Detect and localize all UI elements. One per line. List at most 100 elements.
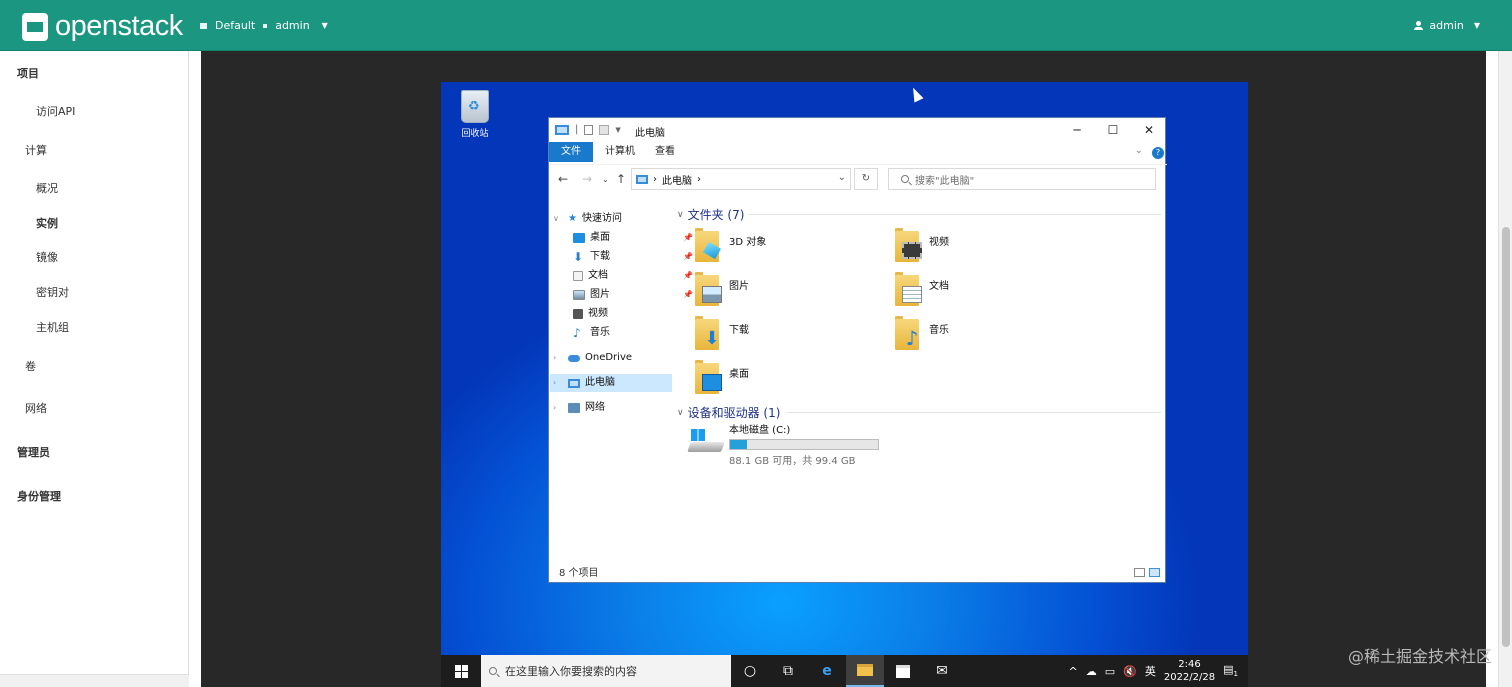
tree-item-documents[interactable]: 文档 📌: [573, 267, 693, 285]
tree-item-pictures[interactable]: 图片 📌: [573, 286, 693, 304]
sidebar-item-network[interactable]: 网络: [25, 400, 47, 416]
folder-downloads[interactable]: ⬇ 下载: [695, 316, 749, 350]
chevron-down-icon[interactable]: ▼: [615, 126, 620, 134]
tab-computer[interactable]: 计算机: [593, 142, 647, 162]
cortana-icon[interactable]: ○: [731, 655, 769, 687]
pin-icon: 📌: [683, 271, 693, 280]
up-arrow-icon[interactable]: ↑: [616, 172, 626, 186]
recycle-bin[interactable]: 回收站: [455, 90, 495, 139]
folder-videos[interactable]: 视频: [895, 228, 949, 262]
folder-label: 视频: [929, 237, 949, 248]
address-bar[interactable]: › 此电脑 › ⌄: [631, 168, 851, 190]
breadcrumb-chevron-icon: ›: [653, 173, 657, 185]
minimize-button[interactable]: ─: [1059, 118, 1095, 142]
project-selector[interactable]: Default admin ▼: [200, 19, 328, 32]
tree-item-desktop[interactable]: 桌面 📌: [573, 229, 693, 247]
tree-item-this-pc[interactable]: › 此电脑: [550, 374, 672, 392]
vm-console-screen[interactable]: 回收站 | ▼ 此电脑 ─ ☐ ✕ 文件 计算机 查看 ⌄ ? ← →: [441, 82, 1248, 687]
forward-arrow-icon[interactable]: →: [582, 172, 592, 186]
sidebar-horizontal-scrollbar[interactable]: [0, 674, 189, 687]
page-scrollbar[interactable]: [1498, 51, 1512, 687]
tree-item-onedrive[interactable]: › OneDrive: [553, 349, 632, 367]
new-folder-icon[interactable]: [599, 124, 610, 135]
section-header-folders[interactable]: ∨ 文件夹 (7): [677, 206, 744, 223]
folder-desktop[interactable]: 桌面: [695, 360, 749, 394]
onedrive-tray-icon[interactable]: ☁: [1086, 665, 1097, 678]
computer-icon: [636, 174, 648, 184]
tab-view[interactable]: 查看: [643, 142, 687, 162]
tab-file[interactable]: 文件: [549, 142, 593, 162]
download-icon: ⬇: [573, 250, 584, 264]
chevron-down-icon[interactable]: ⌄: [838, 172, 846, 183]
tree-label: 此电脑: [585, 377, 615, 388]
close-button[interactable]: ✕: [1131, 118, 1167, 142]
user-menu[interactable]: admin ▼: [1414, 19, 1480, 32]
document-icon: [573, 271, 583, 281]
tree-item-downloads[interactable]: ⬇ 下载 📌: [573, 248, 693, 266]
folder-pictures[interactable]: 图片: [695, 272, 749, 306]
sidebar-item-identity[interactable]: 身份管理: [17, 488, 61, 504]
chevron-right-icon: ›: [553, 353, 557, 362]
notification-center-icon[interactable]: ▤1: [1223, 663, 1238, 678]
sidebar-item-volumes[interactable]: 卷: [25, 358, 36, 374]
sidebar-item-images[interactable]: 镜像: [36, 249, 58, 265]
tree-label: 文档: [588, 270, 608, 281]
volume-muted-icon[interactable]: 🔇: [1123, 665, 1137, 678]
sidebar-item-server-groups[interactable]: 主机组: [36, 319, 69, 335]
scrollbar-thumb[interactable]: [1502, 227, 1510, 647]
details-view-icon[interactable]: [1134, 568, 1145, 577]
sidebar-item-api-access[interactable]: 访问API: [36, 103, 75, 119]
folder-documents[interactable]: 文档: [895, 272, 949, 306]
separator-icon: [263, 23, 268, 28]
computer-icon: [555, 124, 569, 135]
folder-label: 下载: [729, 325, 749, 336]
divider: [787, 412, 1161, 413]
sidebar-item-admin[interactable]: 管理员: [17, 444, 50, 460]
cloud-icon: [568, 354, 580, 362]
drive-c[interactable]: 本地磁盘 (C:) 88.1 GB 可用，共 99.4 GB: [687, 421, 879, 467]
folder-icon: [695, 228, 723, 262]
taskbar-search-box[interactable]: 在这里输入你要搜索的内容: [481, 655, 731, 687]
sidebar-item-compute[interactable]: 计算: [25, 142, 47, 158]
edge-browser-icon[interactable]: e: [808, 655, 846, 687]
ime-indicator[interactable]: 英: [1145, 663, 1156, 679]
openstack-logo[interactable]: openstack: [22, 10, 183, 43]
network-tray-icon[interactable]: ▭: [1105, 665, 1115, 678]
sidebar-item-instances[interactable]: 实例: [36, 215, 58, 231]
explorer-titlebar[interactable]: | ▼ 此电脑 ─ ☐ ✕: [549, 118, 1167, 142]
store-icon[interactable]: [884, 655, 922, 687]
file-explorer-taskbar-icon[interactable]: [846, 655, 884, 687]
chevron-right-icon: ›: [553, 378, 557, 387]
windows-start-icon[interactable]: [455, 665, 468, 678]
taskbar-clock[interactable]: 2:46 2022/2/28: [1164, 658, 1215, 684]
refresh-button[interactable]: ↻: [854, 168, 878, 190]
drive-usage-bar: [729, 439, 879, 450]
show-hidden-icons-icon[interactable]: ^: [1069, 665, 1078, 678]
properties-icon[interactable]: [584, 124, 594, 135]
folder-music[interactable]: ♪ 音乐: [895, 316, 949, 350]
brand-name: openstack: [55, 10, 183, 42]
search-box[interactable]: 搜索"此电脑": [888, 168, 1156, 190]
maximize-button[interactable]: ☐: [1095, 118, 1131, 142]
tree-item-videos[interactable]: 视频: [573, 305, 608, 323]
tree-item-network[interactable]: › 网络: [553, 399, 605, 417]
chevron-down-icon: ∨: [677, 407, 684, 418]
task-view-icon[interactable]: ⧉: [769, 655, 807, 687]
tree-item-music[interactable]: ♪ 音乐: [573, 324, 610, 342]
chevron-down-icon: ▼: [321, 21, 328, 30]
back-arrow-icon[interactable]: ←: [558, 172, 568, 186]
large-icons-view-icon[interactable]: [1149, 568, 1160, 577]
tree-item-quick-access[interactable]: ∨ ★ 快速访问: [553, 210, 622, 228]
sidebar-item-overview[interactable]: 概况: [36, 180, 58, 196]
mail-icon[interactable]: ✉: [923, 655, 961, 687]
section-header-devices[interactable]: ∨ 设备和驱动器 (1): [677, 404, 780, 421]
sidebar-item-project[interactable]: 项目: [17, 65, 39, 81]
recent-locations-icon[interactable]: ⌄: [602, 175, 609, 184]
help-icon[interactable]: ?: [1152, 147, 1164, 159]
top-navbar: openstack Default admin ▼ admin ▼: [0, 0, 1512, 51]
folder-3d-objects[interactable]: 3D 对象: [695, 228, 766, 262]
expand-ribbon-icon[interactable]: ⌄: [1135, 145, 1143, 156]
folder-label: 桌面: [729, 369, 749, 380]
sidebar-item-key-pairs[interactable]: 密钥对: [36, 284, 69, 300]
network-icon: [568, 403, 580, 413]
